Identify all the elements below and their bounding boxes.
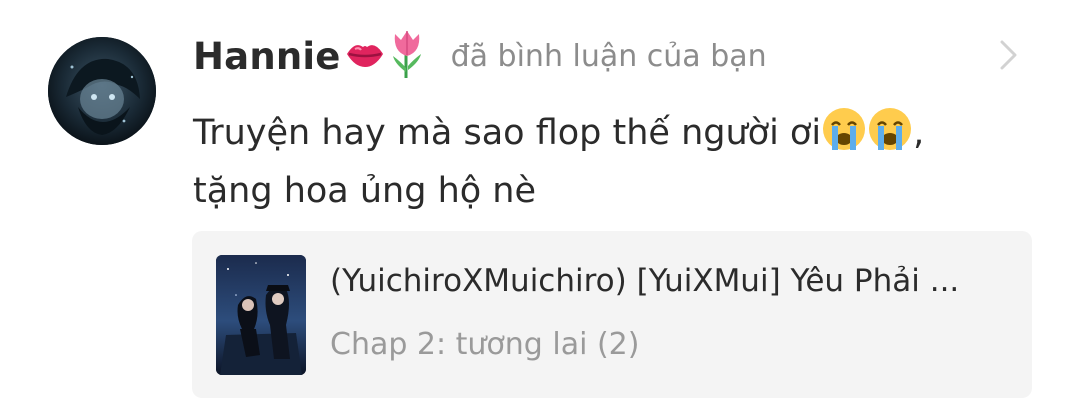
- comment-line-2: tặng hoa ủng hộ nè: [193, 171, 537, 211]
- username[interactable]: Hannie: [193, 35, 341, 78]
- story-cover-image: [216, 255, 306, 375]
- avatar[interactable]: [48, 37, 156, 145]
- comment-text: Truyện hay mà sao flop thế người ơi , tặ…: [193, 104, 1013, 220]
- notification-header: Hannie đã bình luận của bạn: [193, 30, 767, 82]
- chevron-right-icon[interactable]: [996, 38, 1022, 72]
- story-card[interactable]: (YuichiroXMuichiro) [YuiXMui] Yêu Phải .…: [192, 231, 1032, 398]
- comment-line-1: Truyện hay mà sao flop thế người ơi: [193, 113, 822, 153]
- avatar-image: [48, 37, 156, 145]
- crying-face-icon: [867, 106, 913, 152]
- lips-icon: [345, 37, 385, 75]
- chapter-label: Chap 2: tương lai (2): [330, 327, 640, 362]
- tulip-icon: [389, 28, 425, 84]
- action-text: đã bình luận của bạn: [450, 38, 767, 74]
- crying-face-icon: [821, 106, 867, 152]
- story-title[interactable]: (YuichiroXMuichiro) [YuiXMui] Yêu Phải .…: [330, 263, 1010, 299]
- comment-suffix: ,: [913, 113, 925, 153]
